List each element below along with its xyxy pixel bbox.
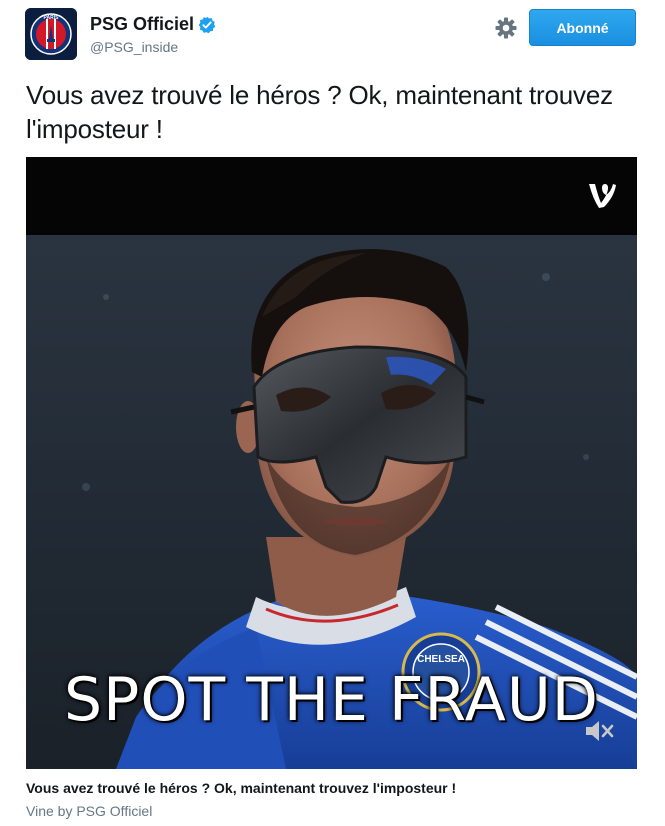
gear-icon[interactable]	[494, 16, 518, 40]
psg-crest-text: PARIS	[44, 15, 60, 21]
verified-badge-icon	[198, 16, 216, 33]
card-source[interactable]: Vine by PSG Officiel	[26, 803, 152, 819]
display-name[interactable]: PSG Officiel	[90, 14, 216, 35]
video-caption-overlay: SPOT THE FRAUD	[64, 665, 599, 735]
speaker-muted-icon[interactable]	[583, 717, 615, 745]
following-button[interactable]: Abonné	[529, 9, 636, 46]
jersey-crest-text: CHELSEA	[417, 654, 465, 665]
psg-crest-icon: PARIS	[25, 8, 77, 60]
vine-icon[interactable]	[587, 179, 617, 211]
tweet-card: PARIS PSG Officiel @PSG_inside Abonné Vo…	[0, 0, 665, 826]
tweet-text: Vous avez trouvé le héros ? Ok, maintena…	[26, 80, 613, 144]
card-title[interactable]: Vous avez trouvé le héros ? Ok, maintena…	[26, 780, 456, 796]
psg-avatar[interactable]: PARIS	[25, 8, 77, 60]
vine-video-player[interactable]: CHELSEA SPOT THE FRAUD	[26, 157, 637, 769]
user-handle[interactable]: @PSG_inside	[90, 39, 178, 55]
display-name-text: PSG Officiel	[90, 14, 195, 34]
